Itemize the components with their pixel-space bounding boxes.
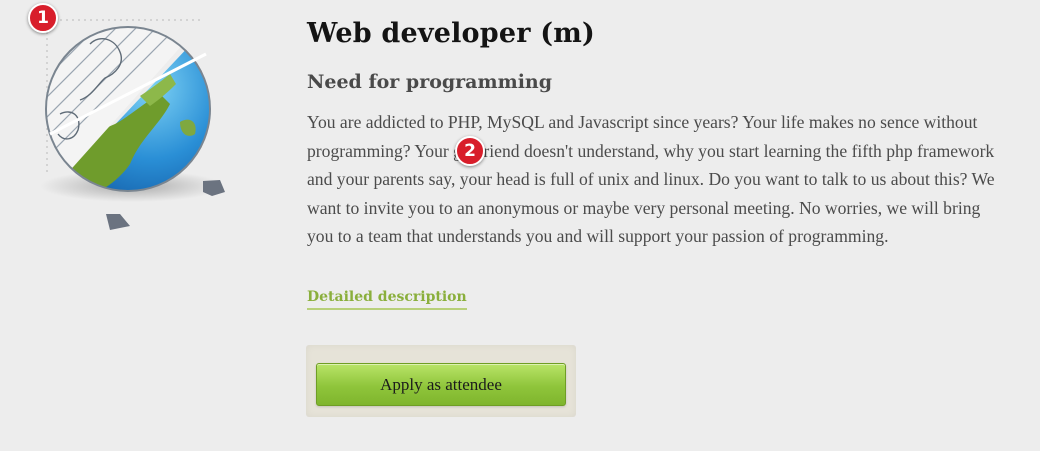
- marker-badge-1: 1: [28, 3, 58, 33]
- apply-button[interactable]: Apply as attendee: [316, 363, 566, 406]
- globe-half-sketch-icon: [30, 19, 225, 230]
- job-description: You are addicted to PHP, MySQL and Javas…: [307, 112, 995, 246]
- apply-panel: Apply as attendee: [306, 345, 576, 417]
- job-subtitle: Need for programming: [307, 71, 553, 93]
- globe-illustration: [20, 4, 250, 244]
- job-title: Web developer (m): [307, 18, 595, 49]
- detailed-description-link[interactable]: Detailed description: [307, 289, 467, 310]
- marker-badge-2: 2: [455, 136, 485, 166]
